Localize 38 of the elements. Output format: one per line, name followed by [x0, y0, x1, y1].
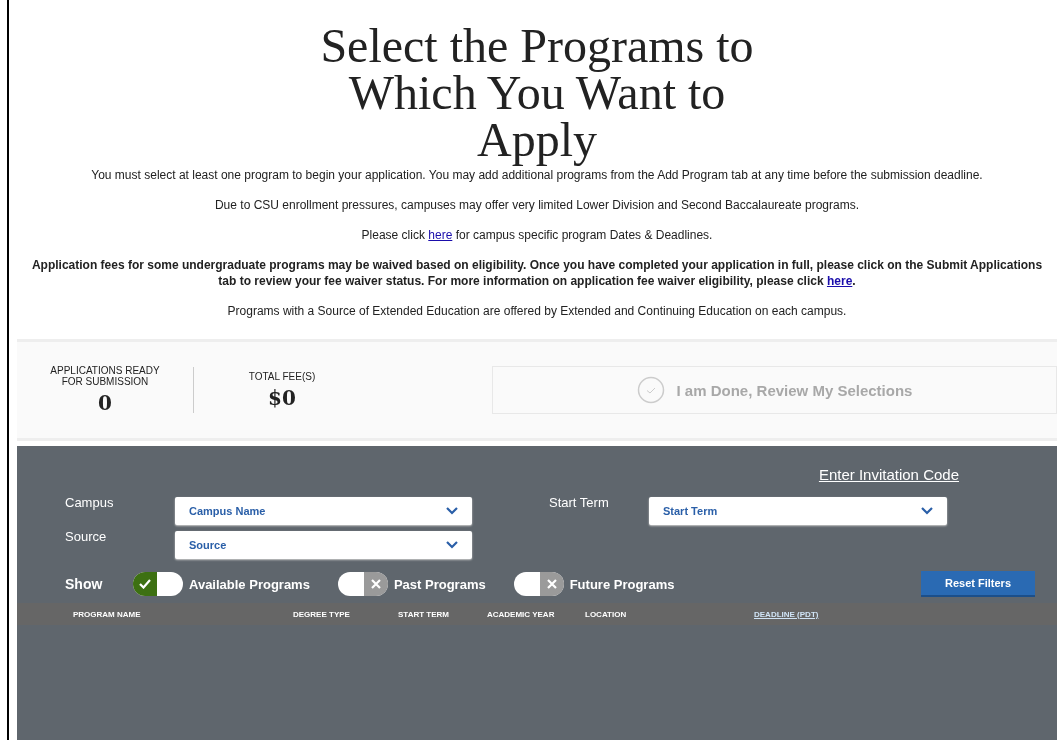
close-icon [370, 579, 381, 589]
column-header: PROGRAM NAME [73, 609, 142, 619]
info-paragraph: Application fees for some undergraduate programs may be waived based on eligibility. Once you have completed your application in full, please click on the Submit Applications tab to review your fee waiver status. For more information on application fee waiver eligibility, please click here. [30, 257, 1044, 289]
field-label: Campus [65, 494, 115, 510]
info-paragraph: You must select at least one program to begin your application. You may add additional programs from the Add Program tab at any time before the submission deadline. [90, 167, 984, 183]
dropdown[interactable]: Source [175, 531, 472, 559]
column-header: START TERM [398, 609, 450, 619]
toggle-switch[interactable] [133, 572, 183, 596]
stat-value: $0 [268, 385, 296, 410]
info-paragraph: Due to CSU enrollment pressures, campuses may offer very limited Lower Division and Second Baccalaureate programs. [213, 197, 861, 213]
info-paragraph: Programs with a Source of Extended Education are offered by Extended and Continuing Education on each campus. [226, 303, 848, 319]
close-icon [546, 579, 557, 589]
check-icon [139, 579, 151, 589]
chevron-down-icon [921, 507, 933, 515]
show-label: Show [65, 576, 104, 592]
column-header[interactable]: DEADLINE (PDT) [754, 609, 1057, 619]
invitation-code-link[interactable]: Enter Invitation Code [818, 466, 959, 483]
stat-value: 0 [98, 391, 112, 415]
column-header: DEGREE TYPE [293, 609, 351, 619]
column-header: LOCATION [585, 609, 628, 619]
field-label: Source [65, 528, 108, 544]
chevron-down-icon [446, 507, 458, 515]
info-paragraph: Please click here for campus specific program Dates & Deadlines. [360, 227, 714, 243]
reset-filters-button[interactable]: Reset Filters [921, 571, 1035, 597]
stat-label: APPLICATIONS READY FOR SUBMISSION [49, 365, 161, 387]
link[interactable]: here [428, 228, 453, 242]
chevron-down-icon [446, 541, 458, 549]
toggle-switch[interactable] [337, 572, 388, 596]
toggle-switch[interactable] [513, 572, 564, 596]
toggle-label: Future Programs [569, 576, 675, 592]
dropdown[interactable]: Start Term [649, 497, 947, 525]
field-label: Start Term [549, 494, 610, 510]
dropdown[interactable]: Campus Name [175, 497, 472, 525]
toggle-label: Available Programs [189, 576, 310, 592]
check-circle-icon [636, 376, 665, 404]
column-header: ACADEMIC YEAR [487, 609, 556, 619]
stat-label: TOTAL FEE(S) [247, 370, 317, 382]
toggle-label: Past Programs [393, 576, 486, 592]
